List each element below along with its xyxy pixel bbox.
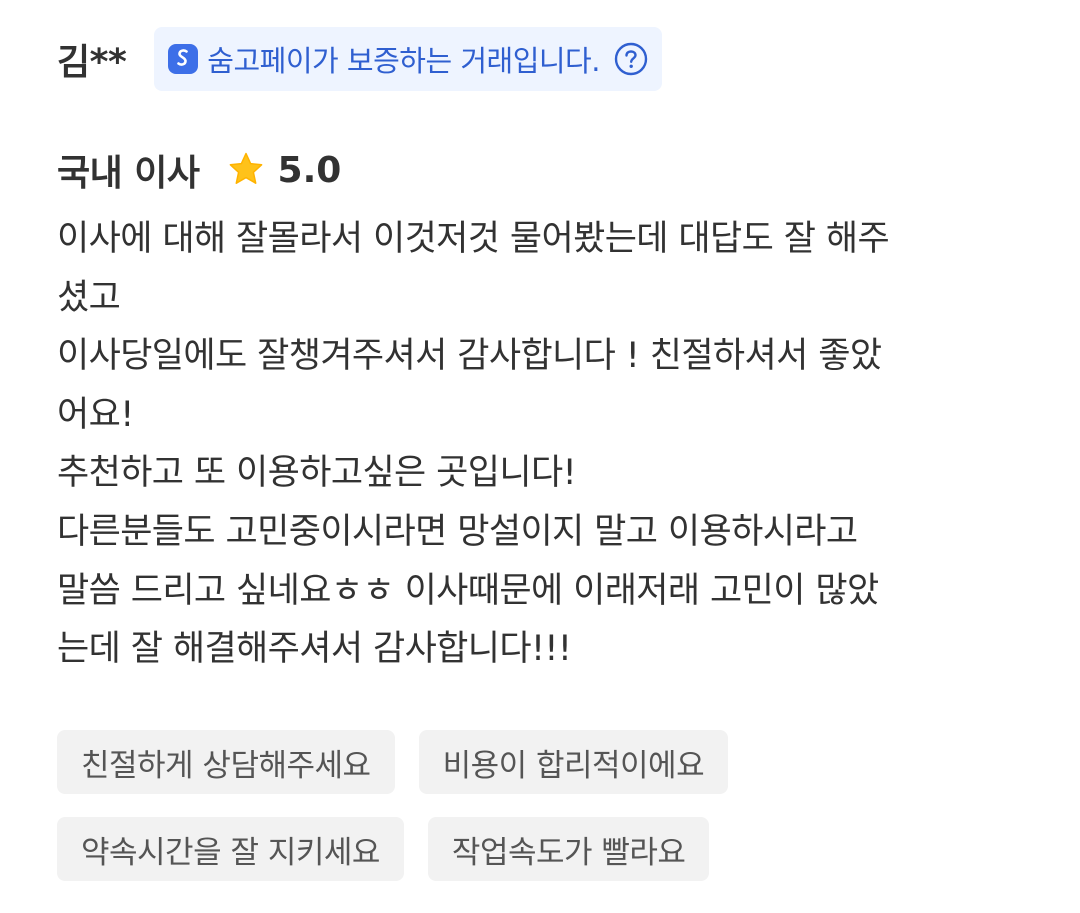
review-text-line: 이사당일에도 잘챙겨주셔서 감사합니다 ! 친절하셔서 좋았 (57, 336, 882, 377)
star-icon (226, 150, 266, 190)
review-tag: 친절하게 상담해주세요 (57, 730, 395, 794)
review-header: 김** 숨고페이가 보증하는 거래입니다. (57, 27, 662, 91)
guarantee-text: 숨고페이가 보증하는 거래입니다. (207, 44, 600, 78)
soomgo-pay-logo-icon (168, 44, 199, 74)
payment-guarantee-badge: 숨고페이가 보증하는 거래입니다. (154, 27, 662, 91)
review-text-line: 추천하고 또 이용하고싶은 곳입니다! (57, 453, 577, 494)
review-text-line: 이사에 대해 잘몰라서 이것저것 물어봤는데 대답도 잘 해주 (57, 219, 890, 259)
rating-value: 5.0 (277, 149, 342, 191)
review-text-line: 셨고 (57, 277, 121, 318)
review-tag-row: 약속시간을 잘 지키세요 작업속도가 빨라요 (57, 817, 1037, 881)
question-circle-icon[interactable] (614, 42, 648, 76)
review-tag: 비용이 합리적이에요 (418, 730, 729, 794)
reviewer-name: 김** (57, 42, 127, 83)
review-tag-row: 친절하게 상담해주세요 비용이 합리적이에요 (57, 730, 1037, 794)
review-text-line: 는데 잘 해결해주셔서 감사합니다!!! (57, 629, 572, 670)
review-tag: 약속시간을 잘 지키세요 (57, 817, 404, 881)
review-tag-list: 친절하게 상담해주세요 비용이 합리적이에요 약속시간을 잘 지키세요 작업속도… (57, 730, 1037, 904)
review-text-line: 다른분들도 고민중이시라면 망설이지 말고 이용하시라고 (57, 511, 858, 552)
review-tag: 작업속도가 빨라요 (427, 817, 710, 881)
review-text-line: 말씀 드리고 싶네요ㅎㅎ 이사때문에 이래저래 고민이 많았 (57, 570, 879, 611)
review-text-line: 어요! (57, 394, 134, 435)
service-name: 국내 이사 (57, 153, 200, 194)
review-text: 이사에 대해 잘몰라서 이것저것 물어봤는데 대답도 잘 해주 셨고 이사당일에… (57, 210, 1047, 679)
service-rating-row: 국내 이사 5.0 (57, 143, 341, 197)
